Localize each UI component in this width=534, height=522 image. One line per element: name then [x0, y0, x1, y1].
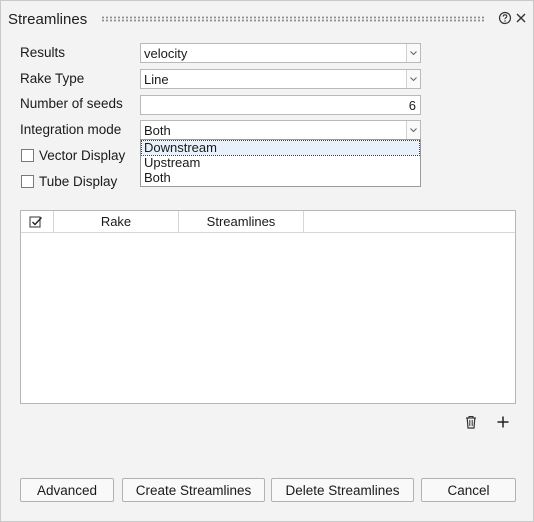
tube-display-checkbox-row[interactable]: Tube Display: [20, 174, 140, 190]
streamlines-panel: Streamlines Results velocity Rake Type L…: [0, 0, 534, 522]
integration-mode-combo[interactable]: Both: [140, 120, 421, 140]
vector-display-checkbox-row[interactable]: Vector Display: [20, 148, 140, 164]
integration-mode-dropdown-list[interactable]: Downstream Upstream Both: [140, 139, 421, 187]
table-body: [21, 233, 515, 403]
number-of-seeds-input[interactable]: 6: [140, 95, 421, 115]
dropdown-option-downstream[interactable]: Downstream: [141, 140, 420, 156]
results-value: velocity: [144, 46, 188, 61]
rake-table: Rake Streamlines: [20, 210, 516, 404]
trash-icon[interactable]: [463, 414, 479, 430]
vector-display-label: Vector Display: [39, 148, 126, 163]
results-label: Results: [20, 45, 66, 60]
tube-display-checkbox[interactable]: [21, 175, 34, 188]
dropdown-option-upstream[interactable]: Upstream: [142, 156, 419, 170]
chevron-down-icon[interactable]: [406, 44, 420, 62]
panel-titlebar[interactable]: Streamlines: [1, 1, 533, 35]
vector-display-checkbox[interactable]: [21, 149, 34, 162]
panel-title: Streamlines: [8, 11, 88, 28]
cancel-button[interactable]: Cancel: [421, 478, 516, 502]
number-of-seeds-value: 6: [408, 98, 416, 113]
chevron-down-icon[interactable]: [406, 70, 420, 88]
results-combo[interactable]: velocity: [140, 43, 421, 63]
close-icon[interactable]: [514, 11, 528, 25]
integration-mode-label: Integration mode: [20, 122, 122, 137]
create-streamlines-button[interactable]: Create Streamlines: [122, 478, 265, 502]
rake-type-combo[interactable]: Line: [140, 69, 421, 89]
help-circle-icon[interactable]: [498, 11, 512, 25]
tube-display-label: Tube Display: [39, 174, 118, 189]
number-of-seeds-label: Number of seeds: [20, 96, 123, 111]
dropdown-option-both[interactable]: Both: [142, 171, 419, 185]
column-header-rake[interactable]: Rake: [54, 211, 179, 232]
advanced-button[interactable]: Advanced: [20, 478, 114, 502]
select-all-column[interactable]: [21, 211, 54, 232]
table-header: Rake Streamlines: [21, 211, 515, 233]
plus-icon[interactable]: [495, 414, 511, 430]
checkbox-checked-icon[interactable]: [29, 215, 43, 229]
rake-type-value: Line: [144, 72, 169, 87]
rake-type-label: Rake Type: [20, 71, 85, 86]
chevron-down-icon[interactable]: [406, 121, 420, 139]
column-header-streamlines[interactable]: Streamlines: [179, 211, 304, 232]
integration-mode-value: Both: [144, 123, 171, 138]
drag-grip[interactable]: [101, 16, 485, 22]
delete-streamlines-button[interactable]: Delete Streamlines: [271, 478, 414, 502]
